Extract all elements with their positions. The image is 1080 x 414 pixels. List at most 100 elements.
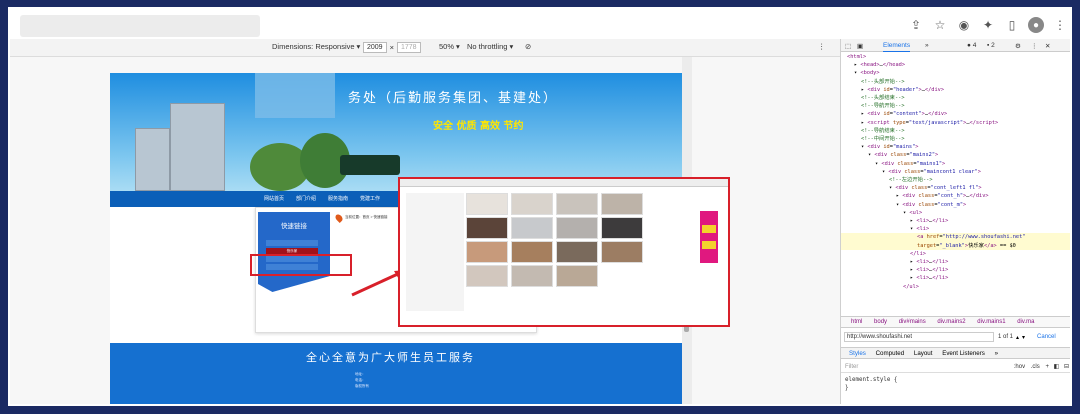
zoom-dropdown[interactable]: 50% ▾: [439, 42, 460, 51]
inset-side-ad: [700, 211, 718, 263]
thumbnail-image: [466, 241, 508, 263]
dom-tree-node[interactable]: <!--中间开始-->: [841, 135, 1070, 143]
dom-tree-node[interactable]: </ul>: [841, 283, 1070, 291]
dom-tree-node[interactable]: ▸ <div class="cont_h">…</div>: [841, 192, 1070, 200]
error-count: 4: [972, 42, 977, 49]
device-toolbar: Dimensions: Responsive ▾ 2009 × 1778 50%…: [10, 39, 840, 57]
breadcrumb: html body div#mains div.mains2 div.mains…: [841, 316, 1070, 328]
cls-button[interactable]: .cls: [1031, 364, 1040, 370]
breadcrumb-item[interactable]: div.ma: [1017, 319, 1034, 325]
dom-tree-node[interactable]: <!--导航开始-->: [841, 102, 1070, 110]
nav-item-departments[interactable]: 部门介绍: [290, 191, 322, 207]
quick-link-item[interactable]: [266, 240, 318, 246]
dom-tree-node[interactable]: ▾ <div class="cont_left1 fl">: [841, 184, 1070, 192]
dom-tree-node[interactable]: <a href="http://www.shoufashi.net": [841, 233, 1070, 242]
thumbnail-image: [466, 193, 508, 215]
nav-item-party[interactable]: 党建工作: [354, 191, 386, 207]
filter-input[interactable]: Filter: [845, 364, 858, 370]
dom-tree-node[interactable]: ▾ <div class="maincont1 clear">: [841, 168, 1070, 176]
width-input[interactable]: 2009: [363, 42, 387, 53]
dom-tree-node[interactable]: ▾ <div class="mains2">: [841, 151, 1070, 159]
dom-tree-node[interactable]: ▾ <div class="mains1">: [841, 160, 1070, 168]
dom-tree-node[interactable]: ▸ <head>…</head>: [841, 61, 1070, 69]
element-style-selector[interactable]: element.style {: [845, 376, 897, 384]
banner-title: 务处（后勤服务集团、基建处）: [348, 91, 559, 106]
breadcrumb-item[interactable]: div.mains2: [937, 319, 965, 325]
tab-computed[interactable]: Computed: [876, 350, 905, 357]
dom-tree-node[interactable]: <!--头部开始-->: [841, 78, 1070, 86]
dom-tree-node[interactable]: ▸ <li>…</li>: [841, 217, 1070, 225]
nav-item-guide[interactable]: 服务指南: [322, 191, 354, 207]
inset-browser-bar: [400, 179, 728, 187]
rotate-icon[interactable]: ⊘: [525, 42, 531, 51]
nav-item-home[interactable]: 网站首页: [258, 191, 290, 207]
chrome-icon[interactable]: ◉: [956, 17, 972, 33]
thumbnail-image: [511, 193, 553, 215]
dom-tree-node[interactable]: ▾ <ul>: [841, 209, 1070, 217]
dom-tree-node[interactable]: ▸ <li>…</li>: [841, 258, 1070, 266]
thumbnail-image: [556, 193, 598, 215]
footer-slogan: 全心全意为广大师生员工服务: [306, 351, 475, 364]
close-icon[interactable]: ✕: [1045, 42, 1050, 50]
breadcrumb-item[interactable]: div#mains: [899, 319, 926, 325]
dom-tree-node[interactable]: </li>: [841, 250, 1070, 258]
menu-kebab-icon[interactable]: ⋮: [1052, 17, 1068, 33]
inspect-icon[interactable]: ⬚: [845, 42, 851, 50]
dom-tree-node[interactable]: ▾ <li>: [841, 225, 1070, 233]
dom-tree-node[interactable]: ▸ <li>…</li>: [841, 266, 1070, 274]
tab-styles[interactable]: Styles: [849, 350, 866, 357]
dom-tree-node[interactable]: ▾ <div id="mains">: [841, 143, 1070, 151]
site-footer: 全心全意为广大师生员工服务 地址： 电话： 版权所有: [110, 343, 682, 404]
add-rule-icon[interactable]: +: [1045, 364, 1049, 370]
extensions-icon[interactable]: ✦: [980, 17, 996, 33]
dom-tree-node[interactable]: ▾ <div class="cont_m">: [841, 201, 1070, 209]
tab-layout[interactable]: Layout: [914, 350, 933, 357]
dom-tree-node[interactable]: ▸ <div id="header">…</div>: [841, 86, 1070, 94]
dom-tree-node[interactable]: ▾ <body>: [841, 69, 1070, 77]
tab-elements[interactable]: Elements: [883, 42, 911, 52]
message-count: 2: [991, 42, 995, 49]
dom-tree-node[interactable]: target="_blank">快乐家</a> == $0: [841, 241, 1070, 250]
device-more-icon[interactable]: ⋮: [818, 42, 826, 51]
dom-tree-node[interactable]: ▸ <div id="content">…</div>: [841, 110, 1070, 118]
dom-tree-node[interactable]: <html>: [841, 53, 1070, 61]
breadcrumb-item[interactable]: div.mains1: [977, 319, 1005, 325]
avatar[interactable]: ●: [1028, 17, 1044, 33]
thumbnail-image: [601, 193, 643, 215]
star-icon[interactable]: ☆: [932, 17, 948, 33]
find-next-icon[interactable]: ▾: [1022, 334, 1025, 341]
device-toggle-icon[interactable]: ▣: [857, 42, 863, 50]
footer-info: 地址： 电话： 版权所有: [355, 371, 369, 389]
throttling-dropdown[interactable]: No throttling ▾: [467, 42, 513, 51]
computed-toggle-icon[interactable]: ⊟: [1064, 364, 1069, 370]
search-input[interactable]: http://www.shoufashi.net: [844, 332, 994, 342]
find-prev-icon[interactable]: ▴: [1016, 334, 1019, 341]
share-icon[interactable]: ⇪: [908, 17, 924, 33]
breadcrumb-item[interactable]: html: [851, 319, 862, 325]
cancel-button[interactable]: Cancel: [1037, 334, 1056, 340]
viewport-area: 务处（后勤服务集团、基建处） 安全 优质 高效 节约 网站首页 部门介绍 服务指…: [10, 57, 840, 404]
dom-tree-node[interactable]: <!--头部结束-->: [841, 94, 1070, 102]
sidepanel-icon[interactable]: ▯: [1004, 17, 1020, 33]
gear-icon[interactable]: ⚙: [1015, 42, 1021, 50]
dom-tree-node[interactable]: <!--左边开始-->: [841, 176, 1070, 184]
dimensions-dropdown[interactable]: Dimensions: Responsive ▾: [272, 42, 360, 51]
breadcrumb-item[interactable]: body: [874, 319, 887, 325]
dom-tree-node[interactable]: ▸ <li>…</li>: [841, 274, 1070, 282]
tab-more[interactable]: »: [925, 42, 929, 49]
dom-tree-node[interactable]: <!--导航结束-->: [841, 127, 1070, 135]
devtools-menu-icon[interactable]: ⋮: [1031, 42, 1038, 50]
thumbnail-image: [601, 241, 643, 263]
ad-strip: [702, 225, 716, 233]
hov-button[interactable]: :hov: [1014, 364, 1025, 370]
height-input[interactable]: 1778: [396, 42, 421, 53]
chevron-down-icon: ▾: [509, 42, 514, 51]
bus-image: [340, 155, 400, 175]
dom-tree-node[interactable]: ▸ <script type="text/javascript">…</scri…: [841, 119, 1070, 127]
paint-icon[interactable]: ◧: [1054, 364, 1060, 370]
tab-more[interactable]: »: [995, 350, 998, 357]
tab-event-listeners[interactable]: Event Listeners: [942, 350, 985, 357]
error-badge[interactable]: ● 4: [967, 42, 976, 49]
browser-toolbar-icons: ⇪ ☆ ◉ ✦ ▯ ● ⋮: [908, 17, 1068, 33]
message-badge[interactable]: ▪ 2: [987, 42, 995, 49]
